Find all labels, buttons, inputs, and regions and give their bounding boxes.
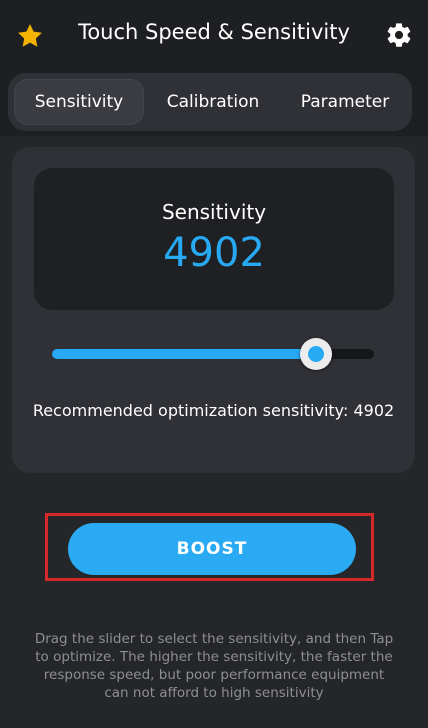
tab-calibration[interactable]: Calibration (148, 79, 278, 125)
gear-icon[interactable] (385, 21, 413, 49)
top-bar: Touch Speed & Sensitivity (0, 0, 428, 68)
boost-button[interactable]: BOOST (68, 523, 356, 575)
star-icon[interactable] (16, 22, 44, 50)
sensitivity-card: Sensitivity 4902 Recommended optimizatio… (12, 147, 415, 473)
page-title: Touch Speed & Sensitivity (78, 20, 350, 44)
recommendation-text: Recommended optimization sensitivity: 49… (32, 401, 395, 420)
sensitivity-value: 4902 (163, 230, 265, 276)
tab-bar: Sensitivity Calibration Parameter (0, 68, 428, 136)
tab-sensitivity[interactable]: Sensitivity (14, 79, 144, 125)
slider-fill (52, 349, 316, 359)
tab-parameter[interactable]: Parameter (284, 79, 406, 125)
sensitivity-slider[interactable] (52, 338, 374, 370)
help-text: Drag the slider to select the sensitivit… (34, 631, 394, 701)
slider-thumb[interactable] (300, 338, 332, 370)
sensitivity-display: Sensitivity 4902 (34, 168, 394, 310)
sensitivity-label: Sensitivity (161, 200, 267, 224)
tab-group: Sensitivity Calibration Parameter (8, 73, 412, 131)
app-screen: Touch Speed & Sensitivity Sensitivity Ca… (0, 0, 428, 728)
